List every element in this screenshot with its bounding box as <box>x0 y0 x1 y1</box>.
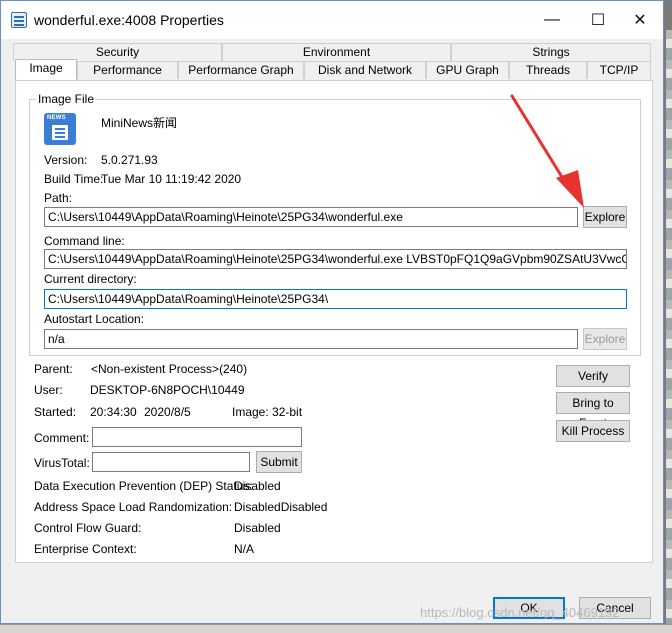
version-value: 5.0.271.93 <box>101 153 158 167</box>
current-directory-field[interactable]: C:\Users\10449\AppData\Roaming\Heinote\2… <box>44 289 627 309</box>
image-bitness: Image: 32-bit <box>232 405 303 419</box>
document-lines-icon <box>52 125 68 140</box>
build-time-label: Build Time: <box>44 172 104 186</box>
aslr-value: DisabledDisabled <box>234 500 328 514</box>
started-time: 20:34:30 <box>90 405 137 419</box>
parent-label: Parent: <box>34 362 73 376</box>
tab-performance-graph[interactable]: Performance Graph <box>178 61 304 79</box>
dep-value: Disabled <box>234 479 281 493</box>
virustotal-label: VirusTotal: <box>34 456 90 470</box>
user-value: DESKTOP-6N8POCH\10449 <box>90 383 245 397</box>
app-name: MiniNews新闻 <box>101 116 178 130</box>
path-field[interactable]: C:\Users\10449\AppData\Roaming\Heinote\2… <box>44 207 578 227</box>
minimize-button[interactable]: — <box>529 1 575 39</box>
tab-disk-and-network[interactable]: Disk and Network <box>304 61 426 79</box>
tab-environment[interactable]: Environment <box>222 43 451 61</box>
maximize-button[interactable]: ☐ <box>575 1 621 39</box>
cfg-value: Disabled <box>234 521 281 535</box>
submit-button[interactable]: Submit <box>256 451 302 473</box>
maximize-icon: ☐ <box>590 12 606 29</box>
desktop-background-right <box>666 30 672 633</box>
tab-strip: Security Environment Strings Image Perfo… <box>1 39 663 81</box>
explore-path-button[interactable]: Explore <box>583 206 627 228</box>
blog-watermark: https://blog.csdn.net/qq_40469192 <box>420 605 620 620</box>
enterprise-context-label: Enterprise Context: <box>34 542 137 556</box>
news-badge: NEWS <box>47 115 66 121</box>
tab-gpu-graph[interactable]: GPU Graph <box>426 61 509 79</box>
autostart-label: Autostart Location: <box>44 312 145 326</box>
kill-process-button[interactable]: Kill Process <box>556 420 630 442</box>
image-tab-panel: Image File NEWS MiniNews新闻 Version: 5.0.… <box>15 80 653 563</box>
dep-label: Data Execution Prevention (DEP) Status: <box>34 479 253 493</box>
tab-image[interactable]: Image <box>15 59 77 80</box>
command-line-label: Command line: <box>44 234 125 248</box>
verify-button[interactable]: Verify <box>556 365 630 387</box>
news-app-icon: NEWS <box>44 113 76 145</box>
minimize-icon: — <box>544 11 560 28</box>
virustotal-field[interactable] <box>92 452 250 472</box>
parent-value: <Non-existent Process>(240) <box>91 362 248 376</box>
close-button[interactable]: ✕ <box>617 1 663 39</box>
started-label: Started: <box>34 405 77 419</box>
image-file-group-title: Image File <box>36 92 97 106</box>
cfg-label: Control Flow Guard: <box>34 521 142 535</box>
comment-label: Comment: <box>34 431 90 445</box>
path-label: Path: <box>44 191 73 205</box>
current-directory-label: Current directory: <box>44 272 137 286</box>
enterprise-context-value: N/A <box>234 542 255 556</box>
tab-threads[interactable]: Threads <box>509 61 587 79</box>
tab-strings[interactable]: Strings <box>451 43 651 61</box>
close-icon: ✕ <box>633 12 647 29</box>
aslr-label: Address Space Load Randomization: <box>34 500 233 514</box>
desktop-background-bottom <box>0 624 672 633</box>
command-line-field[interactable]: C:\Users\10449\AppData\Roaming\Heinote\2… <box>44 249 627 269</box>
window-app-icon <box>11 12 27 28</box>
window-title: wonderful.exe:4008 Properties <box>34 12 224 28</box>
image-file-group: Image File NEWS MiniNews新闻 Version: 5.0.… <box>29 92 641 356</box>
bring-to-front-button[interactable]: Bring to Front <box>556 392 630 430</box>
autostart-field[interactable]: n/a <box>44 329 578 349</box>
tab-tcp-ip[interactable]: TCP/IP <box>587 61 651 79</box>
title-bar[interactable]: wonderful.exe:4008 Properties — ☐ ✕ <box>1 1 663 39</box>
version-label: Version: <box>44 153 88 167</box>
tab-performance[interactable]: Performance <box>77 61 178 79</box>
explore-autostart-button[interactable]: Explore <box>583 328 627 350</box>
comment-field[interactable] <box>92 427 302 447</box>
properties-window: wonderful.exe:4008 Properties — ☐ ✕ Secu… <box>0 0 664 624</box>
started-date: 2020/8/5 <box>144 405 191 419</box>
build-time-value: Tue Mar 10 11:19:42 2020 <box>101 172 242 186</box>
user-label: User: <box>34 383 63 397</box>
